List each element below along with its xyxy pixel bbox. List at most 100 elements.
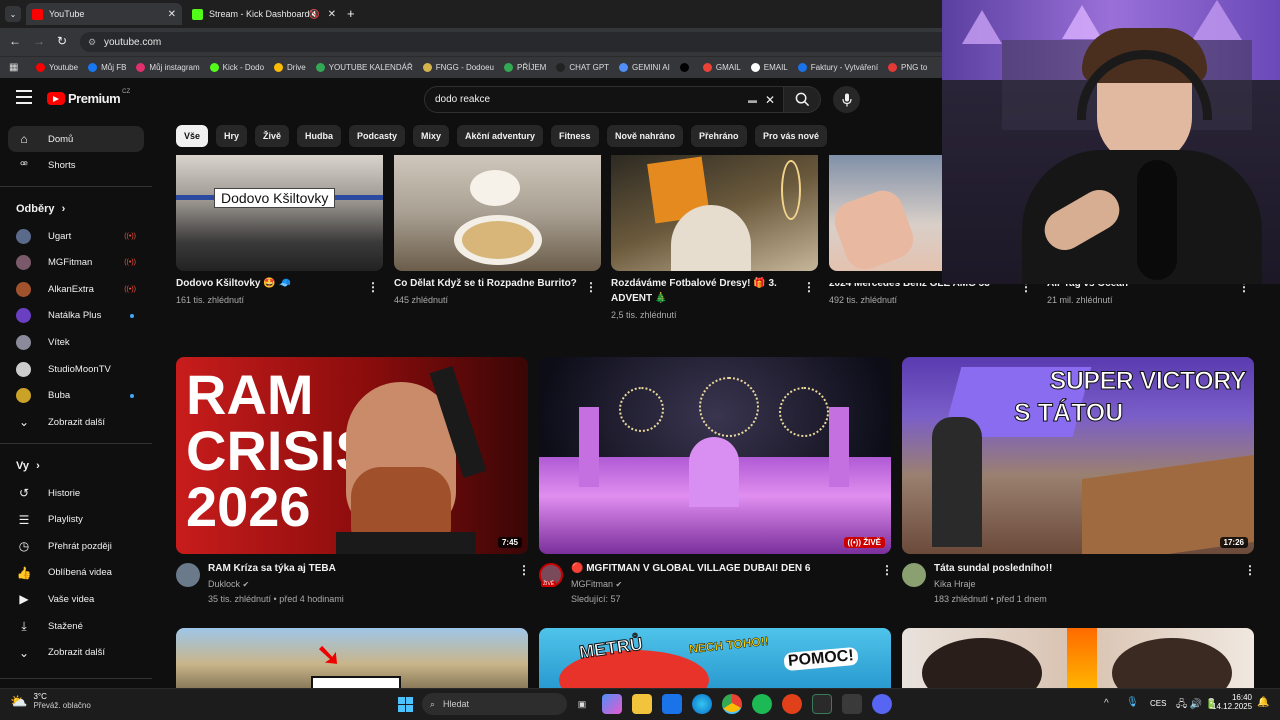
- bookmark-item[interactable]: [679, 63, 693, 72]
- file-explorer-icon[interactable]: [632, 694, 652, 714]
- spotify-icon[interactable]: [752, 694, 772, 714]
- filter-chip[interactable]: Vše: [176, 125, 209, 147]
- filter-chip[interactable]: Přehráno: [691, 125, 747, 147]
- video-thumbnail[interactable]: ➘: [176, 628, 528, 688]
- sidebar-item-you[interactable]: ◷ Přehrát později: [8, 533, 144, 559]
- clear-search-icon[interactable]: ✕: [765, 93, 775, 107]
- terminal-icon[interactable]: [812, 694, 832, 714]
- chrome-icon[interactable]: [722, 694, 742, 714]
- bookmark-item[interactable]: YOUTUBE KALENDÁŘ: [315, 63, 413, 72]
- apps-icon[interactable]: ▦: [9, 62, 18, 73]
- sidebar-channel[interactable]: MGFitman ((•)): [8, 250, 144, 276]
- filter-chip[interactable]: Mixy: [413, 125, 450, 147]
- sidebar-channel[interactable]: StudioMoonTV: [8, 356, 144, 382]
- sidebar-item-you[interactable]: ▶ Vaše videa: [8, 586, 144, 612]
- clock[interactable]: 16:40 14.12.2025: [1212, 693, 1252, 711]
- filter-chip[interactable]: Podcasty: [349, 125, 406, 147]
- more-options-icon[interactable]: ⋮: [881, 563, 893, 577]
- filter-chip[interactable]: Fitness: [551, 125, 599, 147]
- subscriptions-header[interactable]: Odběry ›: [16, 203, 65, 215]
- obs-icon[interactable]: [782, 694, 802, 714]
- sidebar-item-you[interactable]: 👍 Oblíbená videa: [8, 560, 144, 586]
- channel-avatar[interactable]: [176, 563, 200, 587]
- channel-avatar[interactable]: [902, 563, 926, 587]
- tab-youtube[interactable]: YouTube ✕: [26, 3, 182, 25]
- video-title[interactable]: RAM Kríza sa týka aj TEBA: [208, 562, 336, 576]
- microphone-tray-icon[interactable]: 🎙: [1126, 697, 1139, 708]
- language-indicator[interactable]: CES: [1150, 699, 1166, 708]
- video-title[interactable]: 🔴 MGFITMAN V GLOBAL VILLAGE DUBAI! DEN 6: [571, 562, 811, 576]
- sidebar-item-you[interactable]: ⌄ Zobrazit další: [8, 640, 144, 666]
- task-view-icon[interactable]: ▣: [572, 694, 592, 714]
- video-thumbnail[interactable]: METRŮ NECH TOHO!! POMOC!: [539, 628, 891, 688]
- bookmark-item[interactable]: Faktury - Vytváření: [797, 63, 878, 72]
- video-title[interactable]: Táta sundal posledního!!: [934, 562, 1052, 576]
- search-input[interactable]: dodo reakce ▬ ✕: [424, 86, 784, 113]
- channel-name[interactable]: Duklock ✔: [208, 577, 249, 592]
- close-tab-icon[interactable]: ✕: [168, 9, 176, 20]
- video-thumbnail[interactable]: SUPER VICTORY S TÁTOU 17:26: [902, 357, 1254, 554]
- filter-chip[interactable]: Pro vás nové: [755, 125, 828, 147]
- video-thumbnail[interactable]: [611, 155, 818, 271]
- filter-chip[interactable]: Hudba: [297, 125, 341, 147]
- video-title[interactable]: Rozdáváme Fotbalové Dresy! 🎁 3.: [611, 277, 777, 291]
- sidebar-item-shorts[interactable]: ꟹ Shorts: [8, 152, 144, 178]
- video-thumbnail[interactable]: ((•)) ŽIVĚ: [539, 357, 891, 554]
- discord-icon[interactable]: [872, 694, 892, 714]
- copilot-icon[interactable]: [602, 694, 622, 714]
- more-options-icon[interactable]: ⋮: [1244, 563, 1256, 577]
- video-thumbnail[interactable]: RAM CRISIS 2026 7:45: [176, 357, 528, 554]
- bookmark-item[interactable]: FNGG - Dodoeu: [422, 63, 494, 72]
- filter-chip[interactable]: Nově nahráno: [607, 125, 684, 147]
- bookmark-item[interactable]: Můj instagram: [136, 63, 200, 72]
- video-thumbnail[interactable]: [394, 155, 601, 271]
- notification-bell-icon[interactable]: 🔔: [1257, 697, 1269, 708]
- forward-icon[interactable]: →: [33, 34, 45, 48]
- you-header[interactable]: Vy ›: [16, 460, 40, 472]
- address-bar[interactable]: ⚙ youtube.com: [80, 32, 980, 52]
- sidebar-item-home[interactable]: ⌂ Domů: [8, 126, 144, 152]
- more-options-icon[interactable]: ⋮: [585, 280, 597, 294]
- bookmark-item[interactable]: PŘÍJEM: [503, 63, 546, 72]
- video-title[interactable]: Dodovo Kšiltovky 🤩 🧢: [176, 277, 291, 291]
- sidebar-item-you[interactable]: ☰ Playlisty: [8, 507, 144, 533]
- bookmark-item[interactable]: CHAT GPT: [556, 63, 609, 72]
- search-button[interactable]: [783, 86, 821, 113]
- weather-widget[interactable]: ⛅ 3°C Převáž. oblačno: [10, 692, 91, 710]
- bookmark-item[interactable]: Youtube: [36, 63, 78, 72]
- channel-name[interactable]: Kika Hraje: [934, 577, 976, 591]
- close-tab-icon[interactable]: ✕: [328, 9, 336, 20]
- edge-icon[interactable]: [692, 694, 712, 714]
- calculator-icon[interactable]: [842, 694, 862, 714]
- bookmark-item[interactable]: Drive: [274, 63, 306, 72]
- sidebar-item-you[interactable]: ↺ Historie: [8, 480, 144, 506]
- reload-icon[interactable]: ↻: [57, 34, 67, 48]
- sidebar-item-show-more-subs[interactable]: ⌄ Zobrazit další: [8, 409, 144, 435]
- more-options-icon[interactable]: ⋮: [803, 280, 815, 294]
- sidebar-channel[interactable]: Ugart ((•)): [8, 223, 144, 249]
- video-thumbnail[interactable]: [902, 628, 1254, 688]
- filter-chip[interactable]: Živě: [255, 125, 290, 147]
- taskbar-search[interactable]: ⌕ Hledat: [422, 693, 567, 715]
- sidebar-channel[interactable]: AlkanExtra ((•)): [8, 276, 144, 302]
- bookmark-item[interactable]: Kick - Dodo: [209, 63, 264, 72]
- mute-icon[interactable]: 🔇: [309, 9, 320, 20]
- keyboard-icon[interactable]: ▬: [748, 95, 757, 105]
- outlook-icon[interactable]: [662, 694, 682, 714]
- bookmark-item[interactable]: Můj FB: [88, 63, 126, 72]
- tab-search-button[interactable]: ⌄: [5, 6, 21, 22]
- site-info-icon[interactable]: ⚙: [88, 37, 96, 48]
- tab-kick-dashboard[interactable]: Stream - Kick Dashboard 🔇 ✕: [186, 3, 342, 25]
- video-thumbnail[interactable]: Dodovo Kšiltovky: [176, 155, 383, 271]
- windows-start-icon[interactable]: [395, 694, 415, 714]
- show-hidden-icons[interactable]: ^: [1104, 698, 1109, 709]
- bookmark-item[interactable]: PNG to: [888, 63, 927, 72]
- video-title-line2[interactable]: ADVENT 🎄: [611, 292, 667, 306]
- more-options-icon[interactable]: ⋮: [367, 280, 379, 294]
- sidebar-item-you[interactable]: ⤓ Stažené: [8, 613, 144, 639]
- bookmark-item[interactable]: GMAIL: [702, 63, 741, 72]
- voice-search-button[interactable]: [833, 86, 860, 113]
- filter-chip[interactable]: Hry: [216, 125, 248, 147]
- video-thumbnail[interactable]: [829, 155, 942, 271]
- back-icon[interactable]: ←: [9, 34, 21, 48]
